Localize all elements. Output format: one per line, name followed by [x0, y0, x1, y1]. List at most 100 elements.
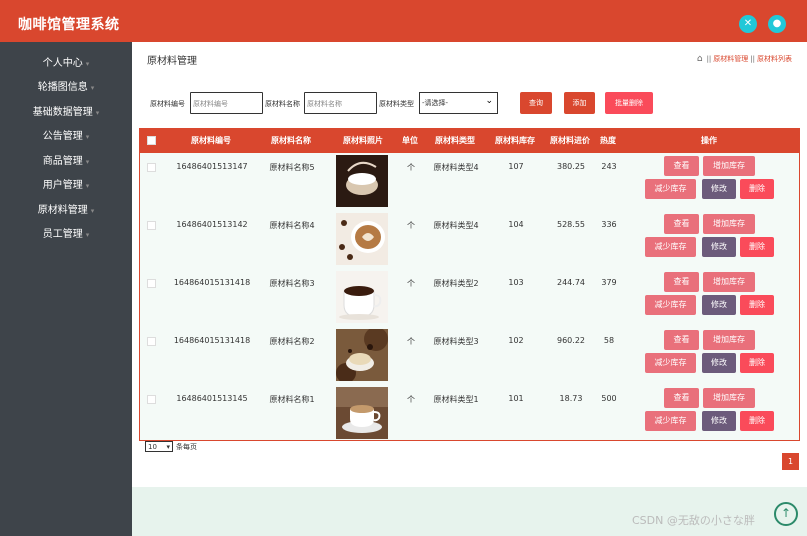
chevron-down-icon: ▾	[90, 207, 95, 215]
row-checkbox[interactable]	[147, 279, 156, 288]
cell-heat: 58	[603, 336, 615, 345]
view-button[interactable]: 查看	[664, 330, 699, 350]
row-checkbox[interactable]	[147, 337, 156, 346]
sidebar-item-goods[interactable]: 商品管理 ▾	[0, 153, 132, 171]
table-row: 16486401513147 原材料名称5 个 原材料类型4 107 380.2…	[140, 153, 799, 211]
row-checkbox[interactable]	[147, 163, 156, 172]
chevron-down-icon: ▾	[90, 84, 95, 92]
reduce-stock-button[interactable]: 减少库存	[645, 179, 696, 199]
header-photo: 原材料照片	[343, 136, 383, 145]
cell-stock: 103	[508, 278, 524, 287]
cell-type: 原材料类型1	[433, 395, 479, 404]
delete-button[interactable]: 删除	[740, 237, 774, 257]
header-heat: 热度	[600, 136, 616, 145]
reduce-stock-button[interactable]: 减少库存	[645, 295, 696, 315]
cell-heat: 336	[601, 220, 617, 229]
sidebar-item-label: 轮播图信息	[37, 82, 88, 93]
sidebar-item-users[interactable]: 用户管理 ▾	[0, 177, 132, 195]
material-photo	[336, 329, 388, 381]
cell-heat: 500	[601, 394, 617, 403]
cell-heat: 243	[601, 162, 617, 171]
name-input[interactable]: 原材料名称	[304, 92, 377, 114]
chevron-down-icon: ⌄	[485, 96, 493, 106]
add-stock-button[interactable]: 增加库存	[703, 156, 755, 176]
delete-button[interactable]: 删除	[740, 179, 774, 199]
cell-stock: 101	[508, 394, 524, 403]
edit-button[interactable]: 修改	[702, 411, 736, 431]
table-row: 164864015131418 原材料名称2 个 原材料类型3 102 960.…	[140, 327, 799, 385]
add-stock-button[interactable]: 增加库存	[703, 330, 755, 350]
cell-unit: 个	[407, 337, 415, 346]
reduce-stock-button[interactable]: 减少库存	[645, 237, 696, 257]
page-number-current[interactable]: 1	[782, 453, 799, 470]
cell-unit: 个	[407, 279, 415, 288]
cell-code: 164864015131418	[173, 278, 251, 287]
breadcrumb-item[interactable]: 原材料管理	[713, 55, 748, 63]
type-select-value: -请选择-	[422, 99, 449, 107]
edit-button[interactable]: 修改	[702, 353, 736, 373]
delete-button[interactable]: 删除	[740, 411, 774, 431]
user-icon[interactable]: ●	[768, 15, 786, 33]
sidebar-item-label: 原材料管理	[37, 205, 88, 216]
cell-price: 528.55	[557, 220, 585, 229]
tools-icon[interactable]: ✕	[739, 15, 757, 33]
batch-delete-button[interactable]: 批量删除	[605, 92, 653, 114]
cell-price: 18.73	[559, 394, 583, 403]
reduce-stock-button[interactable]: 减少库存	[645, 353, 696, 373]
sidebar-item-notice[interactable]: 公告管理 ▾	[0, 128, 132, 146]
cell-name: 原材料名称1	[269, 395, 315, 404]
sidebar-item-personal-center[interactable]: 个人中心 ▾	[0, 55, 132, 73]
row-checkbox[interactable]	[147, 221, 156, 230]
sidebar-item-label: 用户管理	[42, 180, 83, 191]
home-icon[interactable]: ⌂	[697, 54, 703, 64]
breadcrumb: ⌂ || 原材料管理 || 原材料列表	[696, 54, 792, 64]
material-photo	[336, 387, 388, 439]
add-button[interactable]: 添加	[564, 92, 595, 114]
cell-heat: 379	[601, 278, 617, 287]
cell-code: 16486401513145	[176, 394, 248, 403]
sidebar-item-staff[interactable]: 员工管理 ▾	[0, 226, 132, 244]
delete-button[interactable]: 删除	[740, 295, 774, 315]
header-price: 原材料进价	[550, 136, 590, 145]
cell-name: 原材料名称3	[269, 279, 315, 288]
cell-unit: 个	[407, 395, 415, 404]
row-checkbox[interactable]	[147, 395, 156, 404]
sidebar-item-basic-data[interactable]: 基础数据管理 ▾	[0, 104, 132, 122]
edit-button[interactable]: 修改	[702, 179, 736, 199]
cell-stock: 102	[508, 336, 524, 345]
page-size-select[interactable]: 10 ▾	[145, 441, 173, 452]
edit-button[interactable]: 修改	[702, 295, 736, 315]
cell-price: 244.74	[557, 278, 585, 287]
query-button[interactable]: 查询	[520, 92, 552, 114]
edit-button[interactable]: 修改	[702, 237, 736, 257]
cell-name: 原材料名称5	[269, 163, 315, 172]
header-stock: 原材料库存	[495, 136, 535, 145]
back-to-top-icon[interactable]: ↑	[774, 502, 798, 526]
view-button[interactable]: 查看	[664, 272, 699, 292]
add-stock-button[interactable]: 增加库存	[703, 272, 755, 292]
delete-button[interactable]: 删除	[740, 353, 774, 373]
reduce-stock-button[interactable]: 减少库存	[645, 411, 696, 431]
add-stock-button[interactable]: 增加库存	[703, 214, 755, 234]
chevron-down-icon: ▾	[166, 443, 170, 451]
select-all-checkbox[interactable]	[147, 136, 156, 145]
view-button[interactable]: 查看	[664, 156, 699, 176]
view-button[interactable]: 查看	[664, 388, 699, 408]
header-code: 原材料编号	[191, 136, 231, 145]
header-actions: 操作	[701, 136, 717, 145]
sidebar-item-materials[interactable]: 原材料管理 ▾	[0, 202, 132, 220]
cell-type: 原材料类型4	[433, 221, 479, 230]
header-unit: 单位	[402, 136, 418, 145]
code-input[interactable]: 原材料编号	[190, 92, 263, 114]
cell-price: 960.22	[557, 336, 585, 345]
sidebar-item-carousel[interactable]: 轮播图信息 ▾	[0, 79, 132, 97]
app-title: 咖啡馆管理系统	[18, 17, 120, 33]
cell-price: 380.25	[557, 162, 585, 171]
view-button[interactable]: 查看	[664, 214, 699, 234]
header-type: 原材料类型	[435, 136, 475, 145]
page-title: 原材料管理	[147, 56, 197, 67]
add-stock-button[interactable]: 增加库存	[703, 388, 755, 408]
type-select[interactable]: -请选择- ⌄	[419, 92, 498, 114]
sidebar-item-label: 基础数据管理	[32, 107, 93, 118]
cell-type: 原材料类型4	[433, 163, 479, 172]
